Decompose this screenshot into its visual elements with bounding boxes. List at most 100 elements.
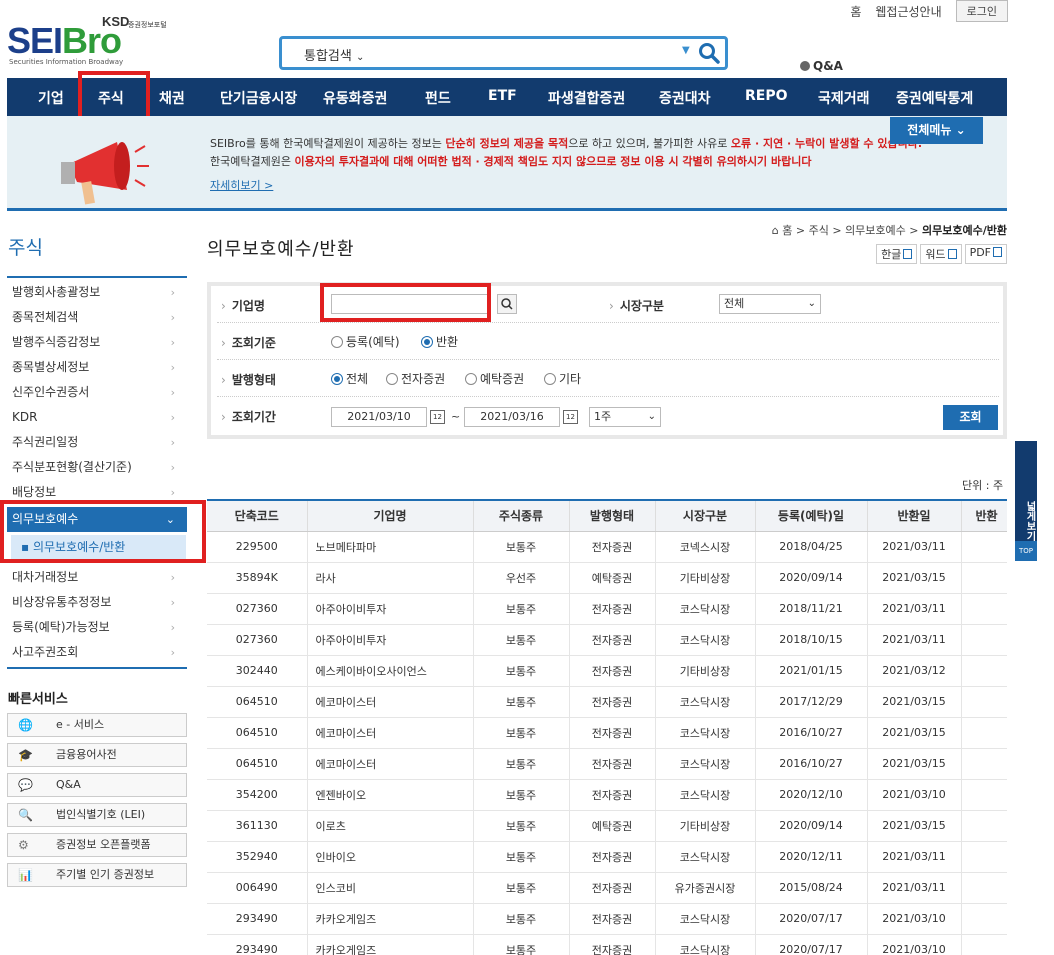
calendar-icon[interactable]: 12: [563, 410, 578, 424]
globe-icon: 🌐: [18, 718, 33, 732]
unit-label: 단위 : 주: [962, 479, 1004, 492]
basis-radio-register[interactable]: 등록(예탁): [331, 333, 400, 350]
issue-radio-other[interactable]: 기타: [544, 370, 581, 387]
issue-radio-deposit[interactable]: 예탁증권: [465, 370, 524, 387]
global-search[interactable]: 통합검색 ⌄ ▼: [279, 36, 728, 70]
col-header[interactable]: 발행형태: [569, 499, 656, 532]
table-row[interactable]: 361130 이로츠 보통주 예탁증권 기타비상장 2020/09/14 2021/03/1…: [207, 810, 1007, 842]
search-dropdown-icon[interactable]: ▼: [682, 45, 690, 56]
nav-money-market[interactable]: 단기금융시장: [220, 88, 297, 108]
table-cell: 2021/03/15: [867, 717, 962, 749]
table-cell: 노브메타파마: [307, 531, 474, 563]
table-row[interactable]: 293490 카카오게임즈 보통주 전자증권 코스닥시장 2020/07/17 2021/0…: [207, 934, 1007, 955]
nav-etf[interactable]: ETF: [488, 88, 517, 104]
nav-fund[interactable]: 펀드: [425, 88, 451, 108]
table-cell: [961, 624, 1007, 656]
nav-repo[interactable]: REPO: [745, 88, 788, 104]
table-row[interactable]: 027360 아주아이비투자 보통주 전자증권 코스닥시장 2018/10/15 2021/…: [207, 624, 1007, 656]
quick-item-e-service[interactable]: 🌐 e - 서비스: [7, 713, 187, 737]
export-pdf-button[interactable]: PDF: [964, 244, 1007, 264]
col-header[interactable]: 주식종류: [473, 499, 570, 532]
quick-item-open-platform[interactable]: ⚙ 증권정보 오픈플랫폼: [7, 833, 187, 857]
issue-radio-electronic[interactable]: 전자증권: [386, 370, 445, 387]
table-row[interactable]: 064510 에코마이스터 보통주 전자증권 코스닥시장 2016/10/27 2021/0…: [207, 748, 1007, 780]
table-row[interactable]: 006490 인스코비 보통주 전자증권 유가증권시장 2015/08/24 2021/03…: [207, 872, 1007, 904]
lnb-item[interactable]: 종목별상세정보 ›: [7, 355, 187, 380]
col-header[interactable]: 등록(예탁)일: [755, 499, 868, 532]
table-row[interactable]: 064510 에코마이스터 보통주 전자증권 코스닥시장 2017/12/29 2021/0…: [207, 686, 1007, 718]
search-submit-button[interactable]: 조회: [943, 405, 998, 430]
breadcrumb-stock[interactable]: 주식: [809, 224, 829, 237]
table-row[interactable]: 293490 카카오게임즈 보통주 전자증권 코스닥시장 2020/07/17 2021/0…: [207, 903, 1007, 935]
nav-bond[interactable]: 채권: [159, 88, 185, 108]
breadcrumb-home[interactable]: 홈: [782, 224, 792, 237]
lnb-item[interactable]: 주식권리일정 ›: [7, 430, 187, 455]
date-from-input[interactable]: 2021/03/10: [331, 407, 427, 427]
lnb-item[interactable]: 등록(예탁)가능정보 ›: [7, 615, 187, 640]
lnb-item[interactable]: 사고주권조회 ›: [7, 640, 187, 665]
table-row[interactable]: 352940 인바이오 보통주 전자증권 코스닥시장 2020/12/11 2021/03/…: [207, 841, 1007, 873]
export-word-button[interactable]: 워드: [920, 244, 962, 264]
notice-line-1: SEIBro를 통해 한국예탁결제원이 제공하는 정보는 단순히 정보의 제공을…: [210, 137, 923, 150]
table-row[interactable]: 064510 에코마이스터 보통주 전자증권 코스닥시장 2016/10/27 2021/0…: [207, 717, 1007, 749]
table-cell: 2020/09/14: [755, 562, 868, 594]
top-button[interactable]: TOP: [1015, 541, 1037, 561]
table-row[interactable]: 302440 에스케이바이오사이언스 보통주 전자증권 기타비상장 2021/01/15 2…: [207, 655, 1007, 687]
lnb-item[interactable]: KDR ›: [7, 405, 187, 430]
table-cell: 에코마이스터: [307, 748, 474, 780]
chevron-right-icon: ›: [170, 596, 175, 609]
col-header[interactable]: 기업명: [307, 499, 474, 532]
search-icon[interactable]: [698, 42, 720, 67]
nav-lending[interactable]: 증권대차: [659, 88, 711, 108]
notice-more-link[interactable]: 자세히보기 >: [210, 177, 273, 193]
issue-radio-all[interactable]: 전체: [331, 370, 368, 387]
market-select[interactable]: 전체 ⌄: [719, 294, 821, 314]
nav-derivative[interactable]: 파생결합증권: [548, 88, 625, 108]
lnb-item[interactable]: 대차거래정보 ›: [7, 565, 187, 590]
quick-item-qa[interactable]: 💬 Q&A: [7, 773, 187, 797]
lnb-item[interactable]: 발행회사총괄정보 ›: [7, 280, 187, 305]
table-cell: 2020/12/10: [755, 779, 868, 811]
table-row[interactable]: 354200 엔젠바이오 보통주 전자증권 코스닥시장 2020/12/10 2021/03…: [207, 779, 1007, 811]
quick-item-dictionary[interactable]: 🎓 금융용어사전: [7, 743, 187, 767]
nav-international[interactable]: 국제거래: [818, 88, 870, 108]
table-row[interactable]: 027360 아주아이비투자 보통주 전자증권 코스닥시장 2018/11/21 2021/…: [207, 593, 1007, 625]
seibro-logo[interactable]: KSD 증권정보포털 SEIBro Securities Information…: [7, 8, 187, 70]
breadcrumb-lockup[interactable]: 의무보호예수: [845, 224, 906, 237]
company-search-button[interactable]: [497, 294, 517, 314]
quick-item-popular[interactable]: 📊 주기별 인기 증권정보: [7, 863, 187, 887]
col-header[interactable]: 단축코드: [207, 499, 308, 532]
search-category-select[interactable]: 통합검색 ⌄: [304, 45, 364, 64]
accessibility-link[interactable]: 웹접근성안내: [875, 3, 941, 20]
home-icon[interactable]: ⌂: [772, 224, 779, 237]
lnb-item[interactable]: 주식분포현황(결산기준) ›: [7, 455, 187, 480]
lnb-item[interactable]: 신주인수권증서 ›: [7, 380, 187, 405]
lnb-item[interactable]: 발행주식증감정보 ›: [7, 330, 187, 355]
calendar-icon[interactable]: 12: [430, 410, 445, 424]
col-header[interactable]: 시장구분: [655, 499, 756, 532]
lnb-item[interactable]: 종목전체검색 ›: [7, 305, 187, 330]
table-cell: 064510: [207, 686, 308, 718]
nav-corporate[interactable]: 기업: [38, 88, 64, 108]
table-cell: 보통주: [473, 841, 570, 873]
table-cell: 인바이오: [307, 841, 474, 873]
nav-abs[interactable]: 유동화증권: [323, 88, 387, 108]
table-cell: [961, 934, 1007, 955]
period-select[interactable]: 1주 ⌄: [589, 407, 661, 427]
col-header[interactable]: 반환: [961, 499, 1007, 532]
lnb-item[interactable]: 비상장유통추정정보 ›: [7, 590, 187, 615]
date-to-input[interactable]: 2021/03/16: [464, 407, 560, 427]
col-header[interactable]: 반환일: [867, 499, 962, 532]
qa-link[interactable]: Q&A: [800, 59, 843, 73]
basis-radio-return[interactable]: 반환: [421, 333, 458, 350]
chevron-right-icon: ›: [170, 311, 175, 324]
quick-item-lei[interactable]: 🔍 법인식별기호 (LEI): [7, 803, 187, 827]
table-row[interactable]: 35894K 라사 우선주 예탁증권 기타비상장 2020/09/14 2021/03/15: [207, 562, 1007, 594]
table-cell: 코스닥시장: [655, 686, 756, 718]
login-button[interactable]: 로그인: [955, 0, 1008, 22]
nav-statistics[interactable]: 증권예탁통계: [896, 88, 973, 108]
table-row[interactable]: 229500 노브메타파마 보통주 전자증권 코넥스시장 2018/04/25 2021/0…: [207, 531, 1007, 563]
all-menu-button[interactable]: 전체메뉴 ⌄: [890, 117, 983, 144]
home-link[interactable]: 홈: [850, 3, 861, 20]
export-hwp-button[interactable]: 한글: [876, 244, 918, 264]
